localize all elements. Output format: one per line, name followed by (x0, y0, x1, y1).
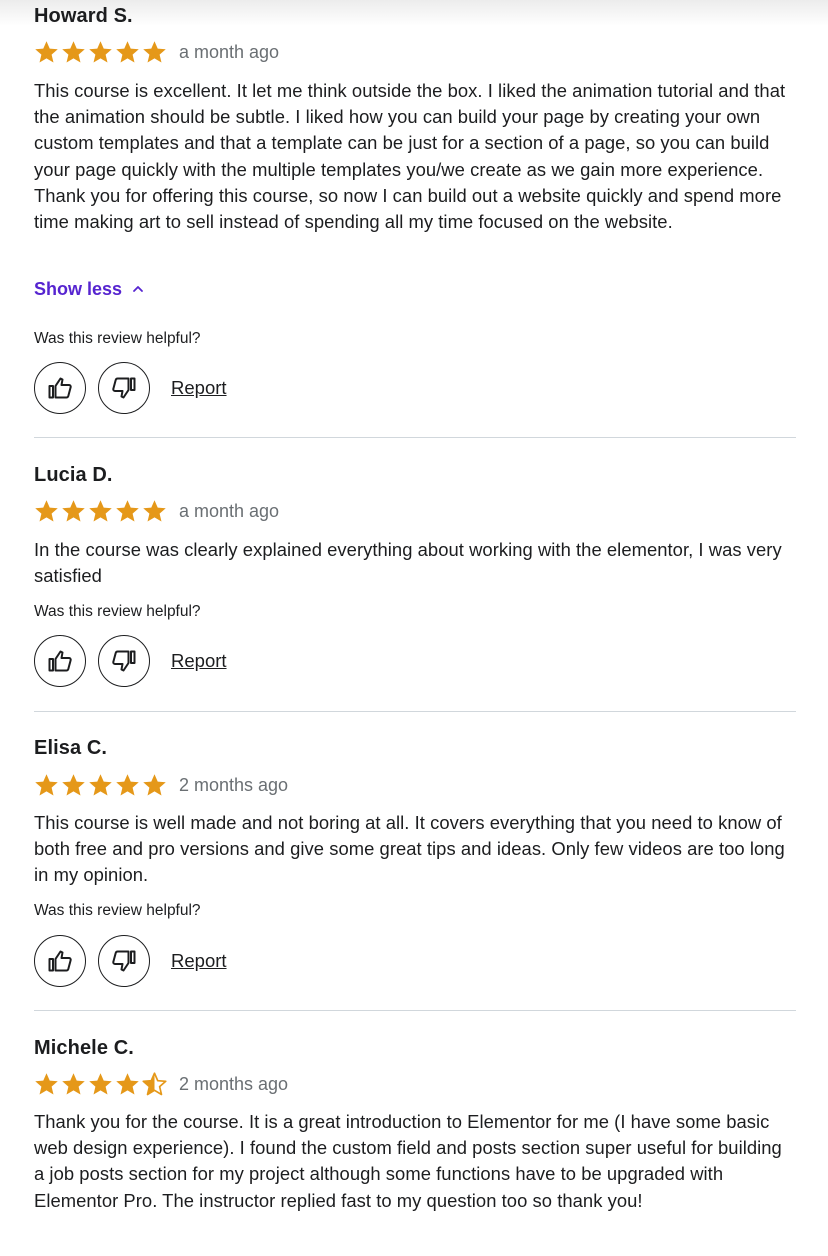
report-link[interactable]: Report (171, 377, 227, 399)
star-full-icon (143, 499, 166, 521)
report-link[interactable]: Report (171, 650, 227, 672)
star-full-icon (35, 773, 58, 795)
thumbs-up-icon (48, 650, 72, 672)
review-actions: Report (34, 360, 227, 416)
review-text: This course is well made and not boring … (34, 812, 785, 886)
star-full-icon (62, 773, 85, 795)
thumbs-down-icon (112, 650, 136, 672)
star-full-icon (89, 773, 112, 795)
thumbs-down-icon (112, 377, 136, 399)
review-text: This course is excellent. It let me thin… (34, 80, 786, 233)
thumbs-up-button[interactable] (34, 362, 86, 414)
star-full-icon (116, 499, 139, 521)
thumbs-up-button[interactable] (34, 635, 86, 687)
rating-row: a month ago (34, 39, 279, 65)
thumbs-down-button[interactable] (98, 935, 150, 987)
review-text: In the course was clearly explained ever… (34, 539, 782, 587)
helpful-question: Was this review helpful? (34, 603, 201, 620)
review-date: a month ago (179, 501, 280, 521)
thumbs-down-icon (112, 950, 136, 972)
rating-row: 2 months ago (34, 772, 288, 798)
review-text: Thank you for the course. It is a great … (34, 1111, 782, 1211)
show-less-label: Show less (34, 279, 123, 299)
review-date: a month ago (179, 42, 280, 62)
divider (34, 1010, 796, 1011)
star-half-icon (142, 1071, 167, 1095)
review-date: 2 months ago (179, 1074, 289, 1094)
star-full-icon (62, 40, 85, 62)
divider (34, 711, 796, 712)
star-full-icon (89, 40, 112, 62)
show-less-button[interactable]: Show less (34, 278, 144, 300)
chevron-up-icon (133, 286, 143, 292)
star-rating (34, 1071, 167, 1097)
star-full-icon (143, 773, 166, 795)
star-full-icon (116, 1072, 139, 1094)
star-full-icon (35, 40, 58, 62)
reviewer-name: Lucia D. (34, 464, 113, 486)
star-full-icon (116, 40, 139, 62)
star-full-icon (62, 499, 85, 521)
rating-row: a month ago (34, 498, 279, 524)
star-full-icon (89, 499, 112, 521)
star-rating (34, 499, 167, 524)
thumbs-up-icon (48, 377, 72, 399)
star-full-icon (116, 773, 139, 795)
star-full-icon (89, 1072, 112, 1094)
review-actions: Report (34, 633, 227, 689)
thumbs-up-icon (48, 950, 72, 972)
helpful-question: Was this review helpful? (34, 330, 201, 347)
report-link[interactable]: Report (171, 950, 227, 972)
star-rating (34, 773, 167, 798)
reviewer-name: Howard S. (34, 5, 133, 27)
helpful-question: Was this review helpful? (34, 902, 201, 919)
reviewer-name: Michele C. (34, 1037, 134, 1059)
star-full-icon (35, 1072, 58, 1094)
divider (34, 437, 796, 438)
star-full-icon (35, 499, 58, 521)
star-full-icon (143, 40, 166, 62)
review-date: 2 months ago (179, 775, 289, 795)
reviewer-name: Elisa C. (34, 737, 108, 759)
thumbs-up-button[interactable] (34, 935, 86, 987)
review-actions: Report (34, 933, 227, 989)
star-rating (34, 40, 167, 65)
thumbs-down-button[interactable] (98, 635, 150, 687)
thumbs-down-button[interactable] (98, 362, 150, 414)
rating-row: 2 months ago (34, 1071, 288, 1097)
star-full-icon (62, 1072, 85, 1094)
